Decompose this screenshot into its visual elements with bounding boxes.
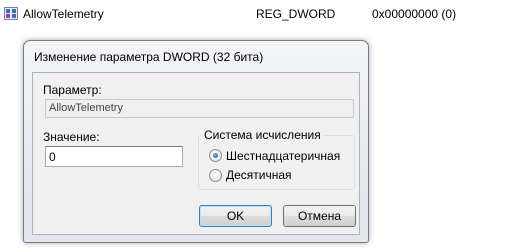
edit-dword-dialog: Изменение параметра DWORD (32 бита) Пара… xyxy=(23,40,369,243)
dialog-titlebar[interactable]: Изменение параметра DWORD (32 бита) xyxy=(24,41,368,71)
param-name-value: AllowTelemetry xyxy=(49,102,123,114)
dialog-title: Изменение параметра DWORD (32 бита) xyxy=(34,50,264,64)
dialog-body: Параметр: AllowTelemetry Значение: 0 Сис… xyxy=(32,72,360,235)
decimal-radio[interactable] xyxy=(209,169,222,182)
screen: AllowTelemetry REG_DWORD 0x00000000 (0) … xyxy=(0,0,523,252)
hexadecimal-radio-label[interactable]: Шестнадцатеричная xyxy=(226,149,340,163)
registry-value-type: REG_DWORD xyxy=(256,7,336,21)
decimal-radio-label[interactable]: Десятичная xyxy=(226,168,292,182)
registry-value-name: AllowTelemetry xyxy=(23,7,104,21)
param-name-label: Параметр: xyxy=(43,83,102,97)
value-data-text: 0 xyxy=(49,150,56,164)
registry-value-data: 0x00000000 (0) xyxy=(372,7,457,21)
dword-value-icon xyxy=(4,7,18,20)
param-name-field: AllowTelemetry xyxy=(45,99,354,118)
value-data-input[interactable]: 0 xyxy=(45,146,183,167)
hexadecimal-radio[interactable] xyxy=(209,149,222,162)
base-group-title: Система исчисления xyxy=(201,128,324,142)
registry-value-row[interactable]: AllowTelemetry REG_DWORD 0x00000000 (0) xyxy=(0,5,523,22)
value-data-label: Значение: xyxy=(43,130,100,144)
cancel-button[interactable]: Отмена xyxy=(283,205,356,227)
ok-button[interactable]: OK xyxy=(199,205,272,227)
